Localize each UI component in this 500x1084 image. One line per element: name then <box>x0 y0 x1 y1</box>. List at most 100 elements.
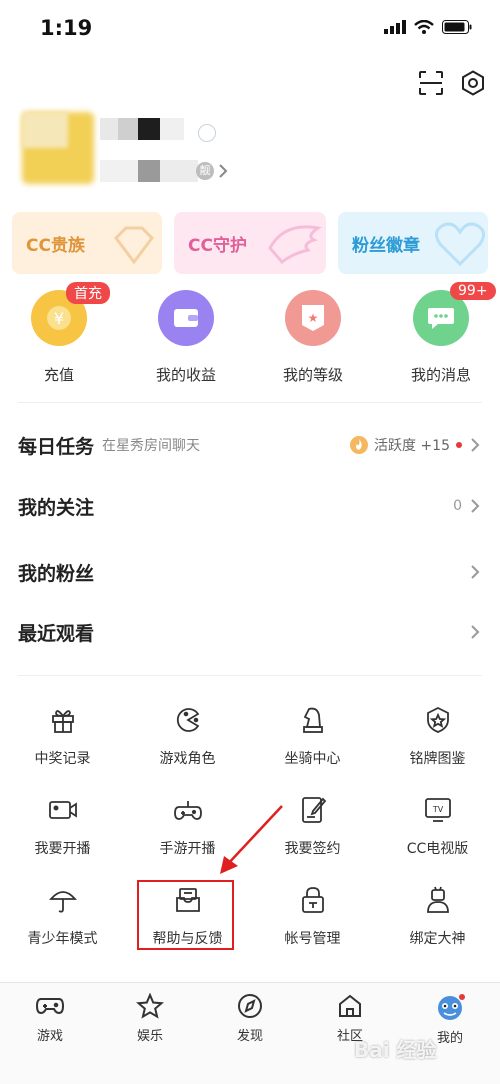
nickname-blur-1 <box>100 118 118 140</box>
avatar-blur-patch <box>22 112 68 148</box>
nickname-blur-4 <box>160 118 184 140</box>
scan-icon[interactable] <box>414 66 448 100</box>
battery-icon <box>442 20 472 34</box>
gamepad-icon <box>35 998 65 1015</box>
status-time: 1:19 <box>40 16 93 40</box>
follows-count: 0 <box>453 498 462 514</box>
gamepad-icon <box>168 790 208 830</box>
tab-entertainment-label: 娱乐 <box>136 1029 163 1044</box>
tool-mount-center[interactable]: 坐骑中心 <box>250 700 375 768</box>
umbrella-icon <box>43 880 83 920</box>
first-recharge-badge: 首充 <box>66 282 110 304</box>
daily-task-title: 每日任务 <box>18 435 95 458</box>
quick-level-label: 我的等级 <box>282 366 343 384</box>
svg-text:TV: TV <box>431 805 443 814</box>
id-blur-3 <box>160 160 198 182</box>
wings-icon <box>268 225 322 265</box>
tab-entertainment[interactable]: 娱乐 <box>100 992 200 1044</box>
banner-fan-badge[interactable]: 粉丝徽章 <box>338 212 488 274</box>
tool-game-roles[interactable]: 游戏角色 <box>125 700 250 768</box>
chevron-right-icon <box>471 438 480 452</box>
row-my-follows[interactable]: 我的关注 0 <box>18 481 482 531</box>
recent-title: 最近观看 <box>18 622 95 645</box>
settings-gear-icon[interactable] <box>456 66 490 100</box>
pacman-icon <box>168 700 208 740</box>
watermark: Bai 经验 <box>354 1038 437 1062</box>
banner-cc-noble-label: CC贵族 <box>26 235 85 256</box>
gift-icon <box>43 700 83 740</box>
red-dot <box>456 442 462 448</box>
row-recently-watched[interactable]: 最近观看 <box>18 607 482 657</box>
nickname-blur-3 <box>138 118 160 140</box>
quick-messages[interactable]: 我的消息 99+ <box>386 282 496 385</box>
quick-earnings-label: 我的收益 <box>155 366 216 384</box>
tool-mount-center-label: 坐骑中心 <box>284 751 341 767</box>
row-my-fans[interactable]: 我的粉丝 <box>18 547 482 597</box>
fans-title: 我的粉丝 <box>18 562 95 585</box>
wifi-icon <box>414 20 434 34</box>
chevron-right-icon <box>471 625 480 639</box>
tool-start-live-label: 我要开播 <box>34 841 91 857</box>
level-badge-icon <box>198 124 216 142</box>
banner-cc-guard-label: CC守护 <box>188 235 247 256</box>
wallet-icon <box>158 290 214 346</box>
diamond-icon <box>114 226 154 265</box>
tab-discover[interactable]: 发现 <box>200 993 300 1044</box>
id-blur-2 <box>138 160 160 182</box>
id-blur-1 <box>100 160 138 182</box>
signal-icon <box>384 20 406 34</box>
pretty-id-badge: 靓 <box>196 162 214 180</box>
shield-star-icon <box>418 700 458 740</box>
level-star-icon: ★ <box>285 290 341 346</box>
video-camera-icon <box>43 790 83 830</box>
tab-games-label: 游戏 <box>36 1029 63 1044</box>
horse-chess-icon <box>293 700 333 740</box>
nickname-blur-2 <box>118 118 138 140</box>
chevron-right-icon <box>471 499 480 513</box>
tool-bind-master[interactable]: 绑定大神 <box>375 880 500 948</box>
compass-icon <box>238 994 262 1018</box>
chevron-right-icon <box>471 565 480 579</box>
message-count-badge: 99+ <box>450 282 496 300</box>
follows-title: 我的关注 <box>18 496 95 519</box>
svg-text:¥: ¥ <box>54 309 64 328</box>
quick-recharge[interactable]: ¥ 充值 首充 <box>4 282 114 385</box>
quick-messages-label: 我的消息 <box>410 366 471 384</box>
tool-bind-master-label: 绑定大神 <box>409 931 466 947</box>
bottom-tabbar: 游戏 娱乐 发现 社区 我的 <box>0 982 500 1084</box>
quick-earnings[interactable]: 我的收益 <box>131 290 241 385</box>
row-daily-task[interactable]: 每日任务 在星秀房间聊天 活跃度 +15 <box>18 420 482 470</box>
annotation-highlight-box <box>137 880 234 950</box>
flame-icon <box>350 436 368 454</box>
tool-account-management[interactable]: 帐号管理 <box>250 880 375 948</box>
avatar-icon <box>438 994 465 1020</box>
banner-cc-guard[interactable]: CC守护 <box>174 212 326 274</box>
annotation-arrow <box>220 805 283 874</box>
tool-cc-tv[interactable]: TV CC电视版 <box>375 790 500 858</box>
quick-recharge-label: 充值 <box>43 366 74 384</box>
tool-teen-mode[interactable]: 青少年模式 <box>0 880 125 948</box>
divider <box>18 675 482 676</box>
contract-pen-icon <box>293 790 333 830</box>
tool-prize-records[interactable]: 中奖记录 <box>0 700 125 768</box>
divider <box>18 402 482 403</box>
tab-discover-label: 发现 <box>236 1029 263 1044</box>
tool-teen-mode-label: 青少年模式 <box>27 931 98 947</box>
tab-games[interactable]: 游戏 <box>0 993 100 1044</box>
robot-person-icon <box>418 880 458 920</box>
tool-start-live[interactable]: 我要开播 <box>0 790 125 858</box>
banner-cc-noble[interactable]: CC贵族 <box>12 212 162 274</box>
home-icon <box>339 994 361 1017</box>
daily-task-sub: 在星秀房间聊天 <box>102 438 201 454</box>
tool-nameplate-gallery[interactable]: 铭牌图鉴 <box>375 700 500 768</box>
lock-icon <box>293 880 333 920</box>
quick-level[interactable]: ★ 我的等级 <box>258 290 368 385</box>
svg-text:★: ★ <box>308 311 319 325</box>
profile-chevron-icon[interactable] <box>218 164 228 178</box>
tool-game-roles-label: 游戏角色 <box>159 751 216 767</box>
activity-reward: 活跃度 +15 <box>374 438 450 454</box>
tool-cc-tv-label: CC电视版 <box>406 841 469 857</box>
tool-prize-records-label: 中奖记录 <box>34 751 91 767</box>
star-icon <box>136 992 164 1019</box>
tool-nameplate-gallery-label: 铭牌图鉴 <box>409 751 466 767</box>
